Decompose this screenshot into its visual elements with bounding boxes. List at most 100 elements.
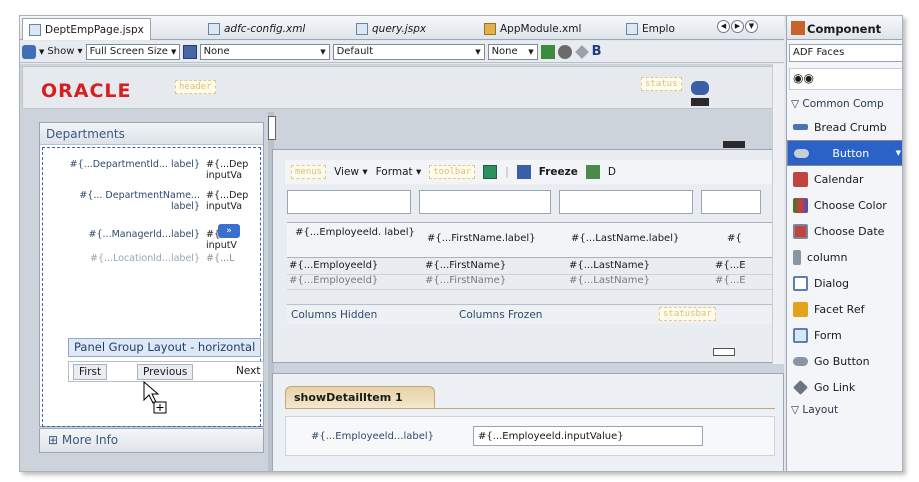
next-button[interactable]: Next bbox=[231, 364, 265, 380]
skin-select[interactable]: Default bbox=[332, 43, 485, 60]
tab-deptemppage[interactable]: DeptEmpPage.jspx bbox=[22, 18, 151, 40]
jdeveloper-window: DeptEmpPage.jspx adfc-config.xml query.j… bbox=[19, 15, 903, 472]
column-header-next[interactable]: #{ bbox=[727, 233, 767, 244]
expand-arrow-icon[interactable]: » bbox=[218, 224, 240, 238]
detach-table-icon[interactable] bbox=[483, 165, 498, 179]
header-facet[interactable]: header bbox=[175, 80, 216, 94]
page-file-icon bbox=[626, 22, 638, 35]
view-menu[interactable]: View ▾ bbox=[334, 166, 368, 178]
preview-icon[interactable] bbox=[182, 44, 197, 59]
palette-item-calendar[interactable]: Calendar bbox=[787, 166, 902, 192]
show-label: Show bbox=[47, 46, 75, 57]
more-info-header[interactable]: ⊞ More Info bbox=[39, 428, 264, 453]
show-menu[interactable]: Show ▾ bbox=[47, 46, 82, 57]
scroll-right-icon[interactable]: ▶ bbox=[731, 20, 744, 33]
filter-lastname-input[interactable] bbox=[559, 190, 693, 214]
palette-item-go-link[interactable]: Go Link bbox=[787, 374, 902, 400]
tree-icon[interactable] bbox=[540, 44, 555, 59]
screen-size-select[interactable]: Full Screen Size bbox=[85, 43, 180, 60]
cell-next: #{...E bbox=[715, 260, 746, 271]
palette-item-label: Form bbox=[814, 328, 842, 342]
layout-section[interactable]: ▽ Layout bbox=[791, 404, 838, 416]
tab-adfc-config[interactable]: adfc-config.xml bbox=[202, 19, 311, 38]
cell-firstname: #{...FirstName} bbox=[425, 260, 507, 271]
cell-next: #{...E bbox=[715, 275, 746, 286]
status-indicator-icon bbox=[691, 81, 709, 95]
filter-employeeid-input[interactable] bbox=[287, 190, 411, 214]
refresh-icon[interactable] bbox=[22, 44, 36, 59]
palette-item-label: Calendar bbox=[814, 172, 864, 186]
view-label: View bbox=[334, 166, 360, 178]
column-header-employeeid[interactable]: #{...Employeeld. label} bbox=[293, 227, 417, 239]
detail-employeeid-input[interactable]: #{...Employeeld.inputValue} bbox=[473, 426, 703, 446]
palette-search-field[interactable]: ◉◉ bbox=[789, 68, 902, 90]
scroll-left-icon[interactable]: ◀ bbox=[717, 20, 730, 33]
employees-table-panel: menus View ▾ Format ▾ toolbar | Freeze D… bbox=[272, 141, 784, 363]
palette-item-form[interactable]: Form bbox=[787, 322, 902, 348]
cell-employeeid: #{...Employeeld} bbox=[289, 260, 379, 271]
table-row[interactable]: #{...Employeeld} #{...FirstName} #{...La… bbox=[287, 275, 775, 290]
tab-query[interactable]: query.jspx bbox=[350, 19, 432, 38]
palette-item-label: Choose Date bbox=[814, 224, 885, 238]
freeze-button[interactable]: Freeze bbox=[539, 166, 578, 178]
tab-emplo[interactable]: Emplo bbox=[620, 19, 681, 38]
previous-button[interactable]: Previous bbox=[137, 364, 194, 380]
palette-title: Component bbox=[807, 22, 882, 36]
department-id-value[interactable]: #{...Dep inputVa bbox=[206, 159, 258, 181]
department-name-value[interactable]: #{...Dep inputVa bbox=[206, 190, 258, 212]
palette-item-label: Dialog bbox=[814, 276, 850, 290]
facet-select[interactable]: None bbox=[487, 43, 538, 60]
link-icon[interactable] bbox=[574, 44, 589, 59]
show-detail-item-tab[interactable]: showDetailItem 1 bbox=[285, 386, 435, 408]
format-menu[interactable]: Format ▾ bbox=[376, 166, 422, 178]
palette-item-label: column bbox=[807, 250, 848, 264]
bold-button[interactable]: B bbox=[592, 44, 602, 59]
palette-item-choose-color[interactable]: Choose Color bbox=[787, 192, 902, 218]
collapse-handle-icon[interactable] bbox=[723, 141, 745, 148]
collapse-handle-icon[interactable] bbox=[691, 98, 709, 106]
table-row[interactable]: #{...Employeeld} #{...FirstName} #{...La… bbox=[287, 260, 775, 275]
palette-item-label: Button bbox=[832, 146, 870, 160]
jspx-file-icon bbox=[29, 23, 41, 36]
facet-icon bbox=[793, 301, 808, 317]
palette-item-button[interactable]: Button bbox=[787, 140, 902, 166]
palette-item-facet-ref[interactable]: Facet Ref bbox=[787, 296, 902, 322]
cell-lastname: #{...LastName} bbox=[569, 260, 650, 271]
editor-tab-bar: DeptEmpPage.jspx adfc-config.xml query.j… bbox=[20, 16, 784, 40]
toolbar-facet[interactable]: toolbar bbox=[429, 165, 476, 179]
tab-appmodule[interactable]: AppModule.xml bbox=[478, 19, 587, 38]
status-facet[interactable]: status bbox=[641, 77, 682, 91]
wrap-icon[interactable] bbox=[585, 165, 600, 179]
menus-facet[interactable]: menus bbox=[291, 165, 327, 179]
splitter-handle-icon[interactable] bbox=[268, 116, 276, 140]
common-components-section[interactable]: ▽ Common Comp bbox=[791, 98, 884, 110]
first-button[interactable]: First bbox=[73, 364, 108, 380]
tab-list-icon[interactable]: ▼ bbox=[745, 20, 758, 33]
visual-editor-canvas: ORACLE header status Departments #{...De… bbox=[20, 64, 784, 471]
palette-item-dialog[interactable]: Dialog bbox=[787, 270, 902, 296]
style-select[interactable]: None bbox=[199, 43, 330, 60]
column-header-firstname[interactable]: #{...FirstName.label} bbox=[427, 233, 567, 244]
location-id-value[interactable]: #{...L bbox=[206, 253, 258, 264]
palette-item-column[interactable]: column bbox=[787, 244, 902, 270]
detail-employeeid-label: #{...Employeeld...label} bbox=[311, 431, 435, 442]
library-select[interactable]: ADF Faces bbox=[789, 44, 902, 62]
filter-next-input[interactable] bbox=[701, 190, 761, 214]
drag-cursor-icon bbox=[143, 380, 167, 414]
jspx-file-icon bbox=[356, 22, 368, 35]
dialog-icon bbox=[793, 275, 808, 291]
column-header-lastname[interactable]: #{...LastName.label} bbox=[571, 233, 711, 244]
palette-item-choose-date[interactable]: Choose Date bbox=[787, 218, 902, 244]
filter-firstname-input[interactable] bbox=[419, 190, 551, 214]
palette-item-go-button[interactable]: Go Button bbox=[787, 348, 902, 374]
collapse-handle-icon[interactable] bbox=[713, 348, 735, 356]
palette-item-label: Bread Crumb bbox=[814, 120, 887, 134]
column-icon bbox=[793, 249, 801, 265]
palette-item-bread-crumb[interactable]: Bread Crumb bbox=[787, 114, 902, 140]
date-icon bbox=[793, 223, 808, 239]
freeze-icon[interactable] bbox=[516, 165, 531, 179]
detach-button[interactable]: D bbox=[608, 166, 616, 178]
statusbar-facet[interactable]: statusbar bbox=[659, 307, 716, 321]
designer-scrollbar[interactable] bbox=[772, 64, 784, 364]
paint-icon[interactable] bbox=[557, 44, 572, 59]
